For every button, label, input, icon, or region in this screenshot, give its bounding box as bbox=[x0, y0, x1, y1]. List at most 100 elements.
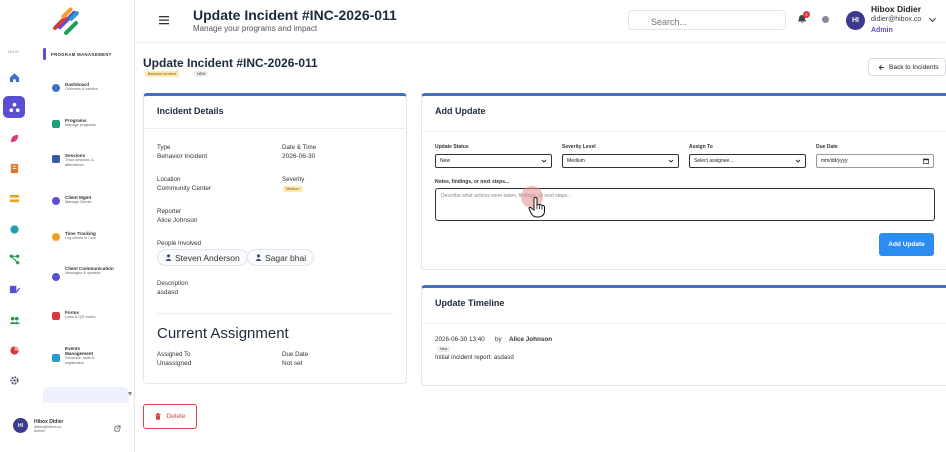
time-tracking-icon bbox=[52, 233, 60, 241]
rail-circle-icon[interactable] bbox=[3, 218, 25, 240]
sidebar-item-sub: Log clients in / out bbox=[65, 236, 96, 240]
rail-home-icon[interactable] bbox=[3, 66, 25, 88]
assigned-label: Assigned To bbox=[157, 351, 191, 358]
calendar-icon bbox=[923, 158, 929, 164]
rail-flow-icon[interactable] bbox=[3, 248, 25, 270]
notes-textarea[interactable]: Describe what actions were taken, findin… bbox=[435, 188, 935, 221]
rail-edit-icon[interactable] bbox=[3, 278, 25, 300]
rail-pie-icon[interactable] bbox=[3, 339, 25, 361]
status-dot-icon[interactable] bbox=[822, 16, 829, 23]
sidebar-item-sessions[interactable]: Sessions Track sessions & attendance bbox=[52, 153, 130, 168]
user-icon bbox=[165, 254, 172, 261]
person-name: Sagar bhai bbox=[265, 252, 307, 263]
sessions-icon bbox=[52, 155, 60, 163]
sidebar-item-sub: Manage Clients bbox=[65, 200, 92, 204]
sidebar-avatar: HI bbox=[13, 418, 28, 433]
header-subtitle: Manage your programs and impact bbox=[193, 24, 318, 33]
due-date-field-label: Due Date bbox=[816, 144, 838, 150]
sidebar-item-communication[interactable]: Client Communication Messages & updates bbox=[52, 266, 130, 281]
timeline-entry-by: by bbox=[495, 336, 502, 343]
add-update-title: Add Update bbox=[435, 106, 486, 116]
rail-users-icon[interactable] bbox=[3, 309, 25, 331]
trash-icon bbox=[155, 413, 161, 420]
notification-badge: 2 bbox=[803, 11, 810, 18]
icon-rail: MAIN bbox=[0, 0, 35, 452]
severity-field-label: Severity Level bbox=[562, 144, 596, 150]
hand-pointer-icon bbox=[528, 197, 545, 218]
reporter-value: Alice Johnson bbox=[157, 217, 198, 224]
sidebar bbox=[35, 0, 135, 452]
forms-icon bbox=[52, 312, 60, 320]
sidebar-item-client-mgmt[interactable]: Client Mgmt Manage Clients bbox=[52, 195, 130, 205]
notes-placeholder: Describe what actions were taken, findin… bbox=[441, 193, 572, 199]
rail-section-label: MAIN bbox=[8, 49, 20, 54]
sidebar-item-sub: Overview & metrics bbox=[65, 87, 98, 91]
sidebar-item-sub: Track sessions & attendance bbox=[65, 158, 94, 167]
sidebar-item-sub: Links & QR codes bbox=[65, 315, 96, 319]
timeline-entry-datetime: 2026-06-30 13:40 bbox=[435, 336, 485, 343]
severity-label: Severity bbox=[282, 176, 305, 183]
person-name: Steven Anderson bbox=[175, 252, 240, 263]
sidebar-item-partial[interactable] bbox=[43, 387, 129, 403]
status-badge: NEW bbox=[194, 71, 209, 77]
back-button-label: Back to Incidents bbox=[889, 63, 939, 71]
person-chip[interactable]: Sagar bhai bbox=[247, 249, 315, 266]
timeline-title: Update Timeline bbox=[435, 298, 505, 308]
description-value: asdasd bbox=[157, 289, 178, 296]
menu-toggle-icon[interactable] bbox=[158, 14, 170, 26]
rail-programs-icon[interactable] bbox=[3, 96, 25, 118]
severity-select[interactable]: Medium bbox=[562, 154, 679, 168]
severity-select-value: Medium bbox=[567, 158, 585, 164]
sidebar-item-time-tracking[interactable]: Time Tracking Log clients in / out bbox=[52, 231, 130, 241]
sidebar-profile[interactable]: HI Hibox Didier didier@hibox.co Admin bbox=[13, 418, 63, 433]
header-user-name: Hibox Didier bbox=[871, 4, 922, 14]
delete-button[interactable]: Delete bbox=[143, 404, 197, 429]
sidebar-item-events[interactable]: Events Management Schedule, slots & regis… bbox=[52, 346, 130, 366]
page-title: Update Incident #INC-2026-011 bbox=[143, 56, 318, 70]
assign-field-label: Assign To bbox=[689, 144, 713, 150]
sidebar-profile-role: Admin bbox=[34, 428, 45, 433]
back-to-incidents-button[interactable]: Back to Incidents bbox=[868, 58, 946, 76]
sidebar-item-forms[interactable]: Forms Links & QR codes bbox=[52, 310, 130, 320]
sidebar-scroll-arrow-icon[interactable] bbox=[128, 390, 132, 398]
sidebar-item-sub: Schedule, slots & registration bbox=[65, 356, 95, 365]
due-label: Due Date bbox=[282, 351, 309, 358]
events-icon bbox=[52, 354, 60, 362]
chevron-down-icon bbox=[668, 159, 674, 163]
assignment-title: Current Assignment bbox=[157, 325, 289, 342]
people-label: People Involved bbox=[157, 240, 202, 247]
section-divider bbox=[157, 313, 393, 314]
header-avatar[interactable]: HI bbox=[846, 11, 865, 30]
location-label: Location bbox=[157, 176, 181, 183]
due-date-input[interactable]: mm/dd/yyyy bbox=[816, 154, 934, 168]
status-select-value: New bbox=[440, 158, 451, 164]
sidebar-section-accent bbox=[43, 48, 46, 60]
assignee-select[interactable]: Select assignee... bbox=[689, 154, 806, 168]
chevron-down-icon[interactable] bbox=[928, 15, 937, 24]
assignee-select-value: Select assignee... bbox=[694, 158, 734, 164]
type-badge: Behavior Incident bbox=[145, 71, 179, 77]
rail-layers-icon[interactable] bbox=[3, 187, 25, 209]
sidebar-item-dashboard[interactable]: Dashboard Overview & metrics bbox=[52, 82, 130, 92]
due-value: Not set bbox=[282, 360, 303, 367]
severity-badge: Medium bbox=[283, 186, 303, 192]
rail-settings-icon[interactable] bbox=[3, 369, 25, 391]
dashboard-icon bbox=[52, 84, 60, 92]
rail-reports-icon[interactable] bbox=[3, 157, 25, 179]
type-label: Type bbox=[157, 144, 171, 151]
timeline-entry-text: Initial incident report: asdasd bbox=[435, 354, 514, 361]
header-user-email: didier@hibox.co bbox=[871, 16, 922, 23]
reporter-label: Reporter bbox=[157, 208, 182, 215]
person-chip[interactable]: Steven Anderson bbox=[157, 249, 248, 266]
add-update-button[interactable]: Add Update bbox=[879, 233, 934, 256]
sidebar-item-programs[interactable]: Programs Manage programs bbox=[52, 118, 130, 128]
sidebar-section-title: PROGRAM MANAGEMENT bbox=[51, 52, 112, 57]
rail-sessions-icon[interactable] bbox=[3, 127, 25, 149]
external-link-icon[interactable] bbox=[114, 425, 121, 432]
search-input[interactable] bbox=[628, 10, 786, 30]
type-value: Behavior Incident bbox=[157, 153, 208, 160]
communication-icon bbox=[52, 273, 60, 281]
programs-icon bbox=[52, 120, 60, 128]
status-select[interactable]: New bbox=[435, 154, 552, 168]
sidebar-item-sub: Manage programs bbox=[65, 123, 96, 127]
